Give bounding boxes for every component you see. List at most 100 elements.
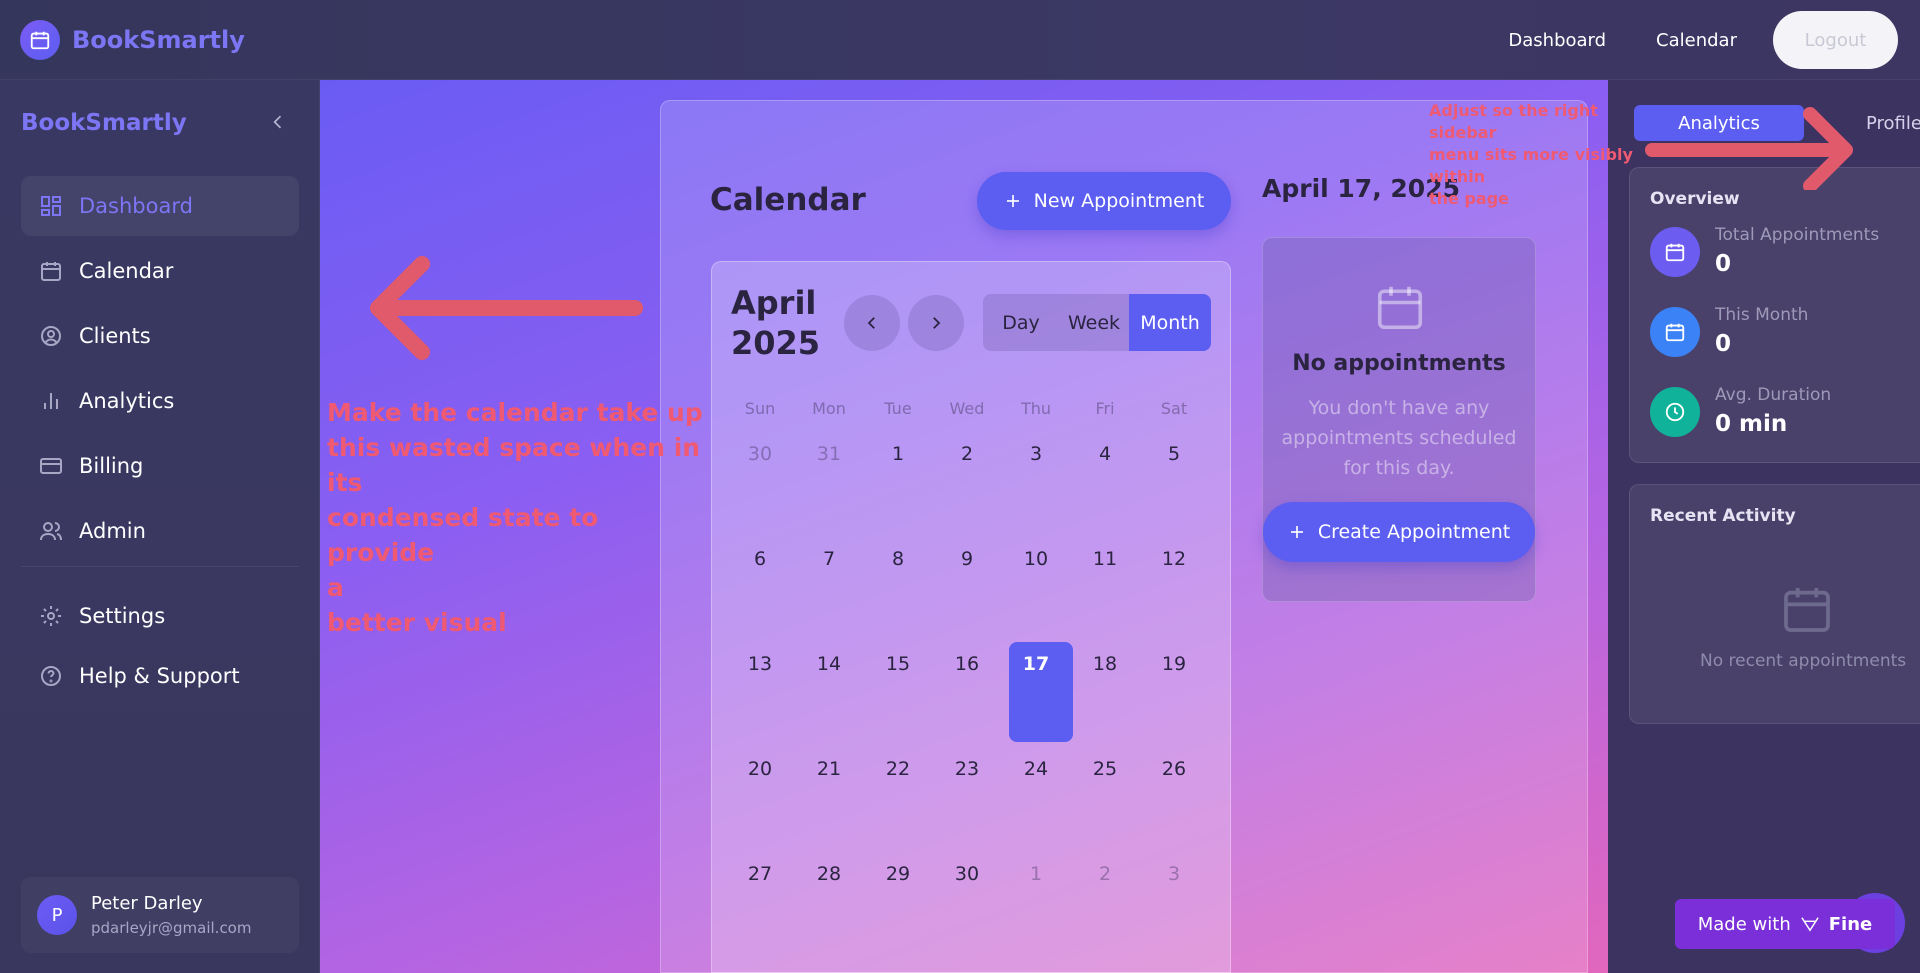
calendar-day[interactable]: 18 xyxy=(1073,653,1137,675)
create-appointment-button[interactable]: Create Appointment xyxy=(1263,502,1535,562)
calendar-day[interactable]: 3 xyxy=(1142,863,1206,885)
sidebar-item-label: Admin xyxy=(79,519,146,543)
calendar-day[interactable]: 28 xyxy=(797,863,861,885)
top-nav: Dashboard Calendar Logout xyxy=(1508,0,1898,80)
calendar-day[interactable]: 19 xyxy=(1142,653,1206,675)
calendar-day[interactable]: 24 xyxy=(1004,758,1068,780)
sidebar-item-billing[interactable]: Billing xyxy=(21,436,299,496)
stat-calendar-icon xyxy=(1650,227,1700,277)
calendar-day[interactable]: 29 xyxy=(866,863,930,885)
collapse-sidebar-button[interactable] xyxy=(268,112,288,132)
calendar-day[interactable]: 23 xyxy=(935,758,999,780)
calendar-icon xyxy=(1784,588,1830,632)
calendar-day[interactable]: 13 xyxy=(728,653,792,675)
sidebar-item-clients[interactable]: Clients xyxy=(21,306,299,366)
view-week-button[interactable]: Week xyxy=(1059,294,1129,351)
sidebar-brand: BookSmartly xyxy=(21,110,187,136)
calendar-day[interactable]: 2 xyxy=(935,443,999,465)
page-title: Calendar xyxy=(710,182,866,218)
sidebar-item-dashboard[interactable]: Dashboard xyxy=(21,176,299,236)
calendar-day[interactable]: 6 xyxy=(728,548,792,570)
calendar-day[interactable]: 31 xyxy=(797,443,861,465)
view-month-button[interactable]: Month xyxy=(1129,294,1211,351)
annotation-note-left: Make the calendar take up this wasted sp… xyxy=(327,398,703,637)
calendar-day[interactable]: 3 xyxy=(1004,443,1068,465)
empty-state-description: You don't have any appointments schedule… xyxy=(1281,397,1517,479)
calendar-logo-icon xyxy=(20,20,60,60)
calendar-day[interactable]: 21 xyxy=(797,758,861,780)
tab-profile[interactable]: Profile xyxy=(1866,113,1920,134)
user-name: Peter Darley xyxy=(91,893,203,914)
calendar-day[interactable]: 2 xyxy=(1073,863,1137,885)
calendar-day[interactable]: 1 xyxy=(866,443,930,465)
weekday-label: Tue xyxy=(884,399,912,418)
calendar-icon xyxy=(41,262,61,281)
brand[interactable]: BookSmartly xyxy=(20,20,245,60)
calendar-day[interactable]: 15 xyxy=(866,653,930,675)
sidebar-item-help[interactable]: Help & Support xyxy=(21,646,299,706)
calendar-day[interactable]: 7 xyxy=(797,548,861,570)
calendar-day[interactable]: 10 xyxy=(1004,548,1068,570)
calendar-day[interactable]: 26 xyxy=(1142,758,1206,780)
sidebar-item-calendar[interactable]: Calendar xyxy=(21,241,299,301)
gear-icon xyxy=(41,606,61,626)
new-appointment-label: New Appointment xyxy=(1033,190,1205,212)
made-with-badge[interactable]: Made with Fine xyxy=(1675,899,1895,949)
stat-value: 0 xyxy=(1715,331,1732,357)
credit-card-icon xyxy=(40,458,62,474)
sidebar-item-settings[interactable]: Settings xyxy=(21,586,299,646)
calendar-day[interactable]: 11 xyxy=(1073,548,1137,570)
calendar-day[interactable]: 4 xyxy=(1073,443,1137,465)
calendar-day[interactable]: 1 xyxy=(1004,863,1068,885)
weekday-label: Wed xyxy=(949,399,985,418)
new-appointment-button[interactable]: New Appointment xyxy=(977,172,1231,230)
calendar-day[interactable]: 14 xyxy=(797,653,861,675)
annotation-note-right: Adjust so the right sidebar menu sits mo… xyxy=(1429,101,1633,208)
fine-logo-icon xyxy=(1801,917,1819,932)
weekday-label: Fri xyxy=(1095,399,1115,418)
calendar-day[interactable]: 30 xyxy=(728,443,792,465)
recent-activity-title: Recent Activity xyxy=(1650,506,1796,526)
calendar-day-selected[interactable]: 17 xyxy=(1004,653,1068,675)
prev-month-button[interactable] xyxy=(844,295,900,351)
sidebar-item-analytics[interactable]: Analytics xyxy=(21,371,299,431)
bar-chart-icon xyxy=(44,393,58,409)
next-month-button[interactable] xyxy=(908,295,964,351)
help-circle-icon xyxy=(41,666,61,686)
create-appointment-label: Create Appointment xyxy=(1317,521,1511,543)
stat-clock-icon xyxy=(1650,387,1700,437)
calendar-day[interactable]: 12 xyxy=(1142,548,1206,570)
view-switcher: Day Week Month xyxy=(983,294,1211,351)
made-with-brand: Fine xyxy=(1828,913,1873,935)
top-nav-dashboard[interactable]: Dashboard xyxy=(1508,30,1606,51)
weekday-label: Thu xyxy=(1020,399,1052,418)
sidebar-item-admin[interactable]: Admin xyxy=(21,501,299,561)
weekday-label: Sat xyxy=(1160,399,1188,418)
weekday-label: Mon xyxy=(812,399,846,418)
calendar-day[interactable]: 8 xyxy=(866,548,930,570)
top-nav-calendar[interactable]: Calendar xyxy=(1656,30,1737,51)
sidebar-divider xyxy=(21,566,299,567)
calendar-day[interactable]: 30 xyxy=(935,863,999,885)
sidebar-item-label: Help & Support xyxy=(79,664,240,688)
calendar-day[interactable]: 16 xyxy=(935,653,999,675)
grid-icon xyxy=(41,196,61,216)
chevron-left-icon xyxy=(273,115,282,129)
calendar-day[interactable]: 25 xyxy=(1073,758,1137,780)
user-card[interactable]: P Peter Darley pdarleyjr@gmail.com xyxy=(21,877,299,953)
calendar-day[interactable]: 9 xyxy=(935,548,999,570)
calendar-day[interactable]: 22 xyxy=(866,758,930,780)
left-sidebar: BookSmartly Dashboard Calendar Clients A… xyxy=(0,80,320,973)
user-circle-icon xyxy=(41,326,61,346)
weekday-label: Sun xyxy=(744,399,776,418)
calendar-day[interactable]: 5 xyxy=(1142,443,1206,465)
user-email: pdarleyjr@gmail.com xyxy=(91,919,252,937)
annotation-arrow-left-icon xyxy=(370,256,643,360)
month-label: April 2025 xyxy=(731,284,821,362)
logout-button[interactable]: Logout xyxy=(1773,11,1898,69)
sidebar-item-label: Calendar xyxy=(79,259,174,283)
calendar-day[interactable]: 27 xyxy=(728,863,792,885)
recent-empty-text: No recent appointments xyxy=(1700,651,1907,671)
calendar-day[interactable]: 20 xyxy=(728,758,792,780)
view-day-button[interactable]: Day xyxy=(983,294,1059,351)
